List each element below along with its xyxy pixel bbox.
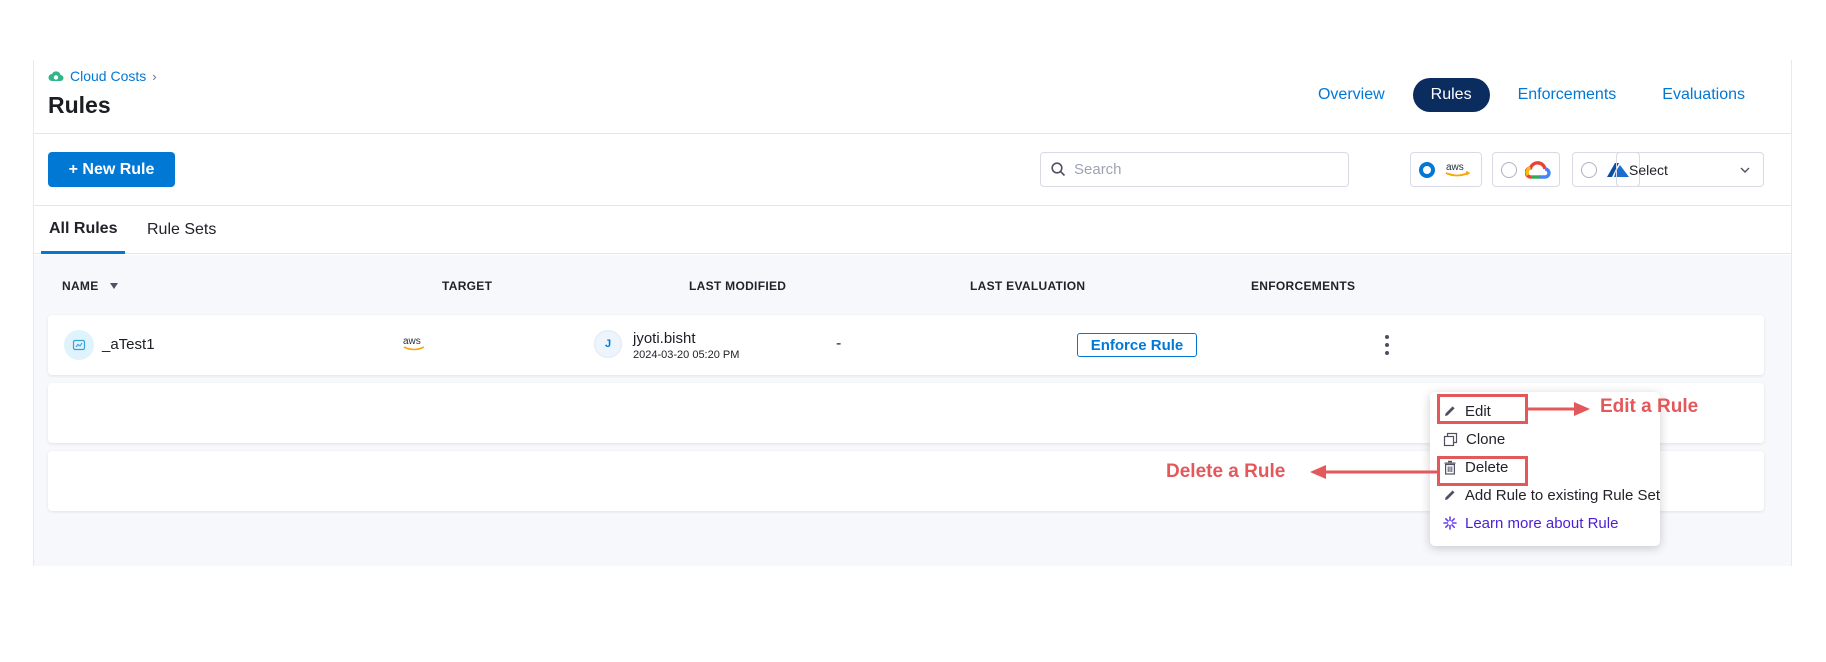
delete-annotation-label: Delete a Rule <box>1166 461 1286 482</box>
annotation-arrows <box>1310 402 1590 479</box>
edit-annotation-label: Edit a Rule <box>1600 396 1699 417</box>
